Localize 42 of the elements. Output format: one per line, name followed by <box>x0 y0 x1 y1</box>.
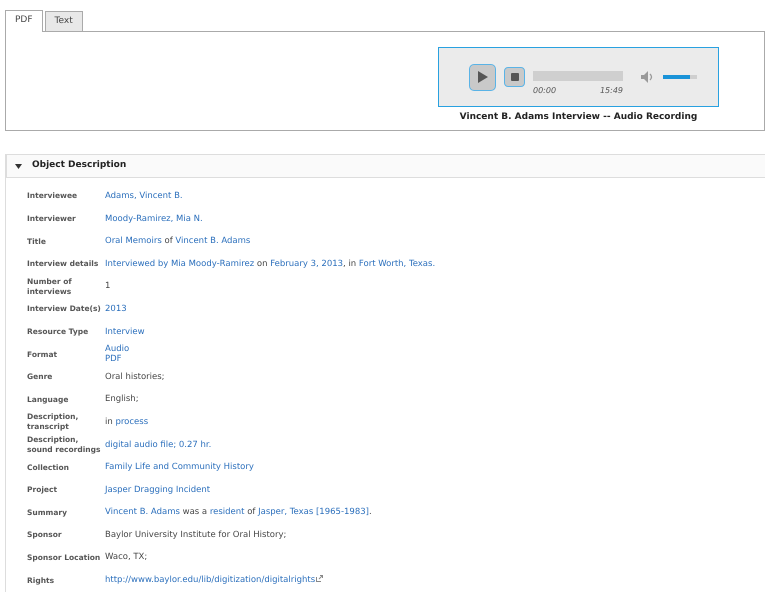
value-link[interactable]: Jasper Dragging Incident <box>105 484 765 496</box>
field-value: 1 <box>105 281 112 292</box>
field-value: Waco, TX; <box>105 552 148 564</box>
field-value: in process <box>105 416 150 428</box>
field-value: Oral Memoirs of Vincent B. Adams <box>105 236 252 247</box>
field-value: Interviewed by Mia Moody-Ramirez on February 3, 2013, in Fort Worth, Texas. <box>105 258 436 270</box>
value-link[interactable]: process <box>115 416 148 427</box>
section-header[interactable]: Object Description <box>6 154 765 178</box>
tab[interactable]: Text <box>44 11 83 31</box>
value-link[interactable]: February 3, 2013 <box>270 258 344 269</box>
value-link[interactable]: Fort Worth, Texas. <box>358 258 436 269</box>
section-title: Object Description <box>32 159 126 172</box>
volume-slider[interactable] <box>663 75 697 79</box>
value-link[interactable]: Interview <box>105 326 765 338</box>
value-link[interactable]: Vincent B. Adams <box>105 507 180 518</box>
play-button[interactable] <box>469 64 496 90</box>
value-link[interactable]: Audio <box>105 344 765 354</box>
value-link[interactable]: Oral Memoirs <box>105 236 162 246</box>
play-icon <box>478 71 488 83</box>
stop-button[interactable] <box>504 67 525 87</box>
current-time: 00:00 <box>533 85 556 97</box>
total-time: 15:49 <box>600 85 623 97</box>
value-link[interactable]: 2013 <box>105 304 765 315</box>
value-link[interactable]: PDF <box>105 354 765 366</box>
external-link-icon <box>316 575 324 582</box>
tab[interactable]: PDF <box>5 10 43 32</box>
value-link[interactable]: Moody-Ramirez, Mia N. <box>105 214 765 224</box>
field-value: English; <box>105 394 140 405</box>
field-value: Baylor University Institute for Oral History; <box>105 530 288 541</box>
value-link[interactable]: Jasper, Texas [1965-1983] <box>258 507 369 518</box>
value-link[interactable]: Family Life and Community History <box>105 462 765 473</box>
value-link[interactable]: Interviewed by Mia Moody-Ramirez <box>105 258 254 269</box>
field-value: Oral histories; <box>105 372 166 382</box>
value-link[interactable]: Adams, Vincent B. <box>105 190 765 202</box>
value-link[interactable]: resident <box>210 507 245 518</box>
stop-icon <box>510 73 518 81</box>
recording-caption: Vincent B. Adams Interview -- Audio Recording <box>460 111 698 124</box>
value-link[interactable]: http://www.baylor.edu/lib/digitization/digitalrights <box>105 575 316 586</box>
volume-icon[interactable] <box>641 71 655 83</box>
field-value: Vincent B. Adams was a resident of Jasper, Texas [1965-1983]. <box>105 507 373 518</box>
value-link[interactable]: Vincent B. Adams <box>175 236 250 246</box>
value-link[interactable]: digital audio file; 0.27 hr. <box>105 440 765 450</box>
